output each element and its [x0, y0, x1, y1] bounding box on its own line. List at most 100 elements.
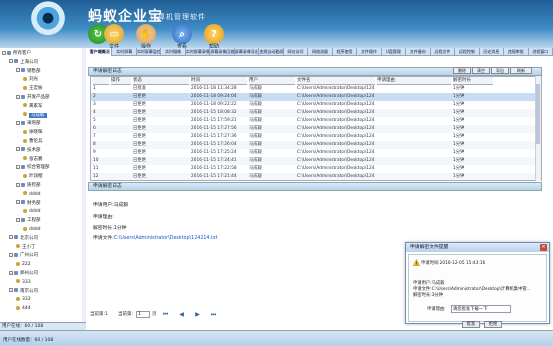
tab-17[interactable]: 违规审批 — [504, 48, 529, 56]
tab-11[interactable]: 文件操作 — [357, 48, 382, 56]
tree-user-node[interactable]: 王宏振 — [0, 85, 82, 93]
table-row[interactable]: 2 已拒绝 2016-11-18 09:24:04 马成毅 C:\Users\Admin… — [91, 93, 537, 101]
table-row[interactable]: 6 已拒绝 2016-11-15 17:27:56 马成毅 C:\Users\Admin… — [91, 125, 537, 133]
table-row[interactable]: 3 已拒绝 2016-11-18 09:22:22 马成毅 C:\Users\Admin… — [91, 101, 537, 109]
tree-user-node[interactable]: 333 — [0, 279, 82, 287]
table-row[interactable]: 8 已拒绝 2016-11-15 17:26:04 马成毅 C:\Users\Admin… — [91, 141, 537, 149]
tree-toggle-icon[interactable]: - — [16, 217, 20, 222]
operations-icon[interactable]: ✋ — [136, 24, 156, 44]
tab-4[interactable]: 实时屏幕录像 — [186, 48, 211, 56]
table-scrollbar-thumb[interactable] — [536, 84, 540, 144]
tab-13[interactable]: 文件备份 — [406, 48, 431, 56]
clear-button[interactable]: 清空 — [472, 67, 490, 74]
detail-file-link[interactable]: C:\Users\Administrator\Desktop\124214.tx… — [114, 236, 218, 241]
tree-user-node[interactable]: 曹伦兵 — [0, 138, 82, 146]
tree-user-node[interactable]: 叶润楷 — [0, 173, 82, 181]
column-header[interactable]: 时间 — [191, 77, 247, 85]
tree-user-node[interactable]: 徐晓晖 — [0, 129, 82, 137]
tree-toggle-icon[interactable]: - — [9, 235, 13, 240]
tree-toggle-icon[interactable]: - — [9, 252, 13, 257]
tree-group-node[interactable]: - 上海公司 — [0, 59, 82, 67]
table-row[interactable]: 9 已拒绝 2016-11-15 17:25:24 马成毅 C:\Users\Admin… — [91, 149, 537, 157]
tree-toggle-icon[interactable]: - — [9, 270, 13, 275]
delete-button[interactable]: 删除 — [453, 67, 471, 74]
prev-page-icon[interactable]: ◀ — [178, 311, 185, 318]
close-icon[interactable]: × — [540, 244, 547, 251]
tab-8[interactable]: 网址访问 — [284, 48, 309, 56]
reject-button[interactable]: 拒绝 — [484, 321, 502, 328]
tree-group-node[interactable]: - 开发产品部 — [0, 94, 82, 102]
tree-group-node[interactable]: - 南京公司 — [0, 288, 82, 296]
tree-group-node[interactable]: - 工程部 — [0, 217, 82, 225]
tree-group-node[interactable]: - 财务部 — [0, 200, 82, 208]
tree-toggle-icon[interactable]: - — [9, 59, 13, 64]
tab-5[interactable]: 屏幕录像回放 — [210, 48, 235, 56]
tree-user-node[interactable]: 张志鹏 — [0, 156, 82, 164]
tree-user-node[interactable]: 刘光 — [0, 76, 82, 84]
tab-18[interactable]: 进程窗口 — [529, 48, 553, 56]
tree-user-node[interactable]: dddd — [0, 208, 82, 216]
tree-user-node[interactable]: 444 — [0, 305, 82, 313]
table-row[interactable]: 4 已拒绝 2016-11-15 18:08:32 马成毅 C:\Users\Admin… — [91, 109, 537, 117]
tab-14[interactable]: 远程文件 — [431, 48, 456, 56]
tree-group-node[interactable]: - 北京公司 — [0, 235, 82, 243]
tree-user-node[interactable]: 黄家军 — [0, 103, 82, 111]
table-row[interactable]: 7 已拒绝 2016-11-15 17:27:36 马成毅 C:\Users\Admin… — [91, 133, 537, 141]
file-folder-icon[interactable]: ▭ — [104, 24, 124, 44]
tree-user-node[interactable]: 王小丁 — [0, 244, 82, 252]
tree-group-node[interactable]: - 所有客户 — [0, 50, 82, 58]
tab-10[interactable]: 程序使用 — [333, 48, 358, 56]
tree-group-node[interactable]: - 质检部 — [0, 182, 82, 190]
tab-1[interactable]: 实时屏幕 — [112, 48, 137, 56]
tree-group-node[interactable]: - 技术部 — [0, 147, 82, 155]
tree-group-node[interactable]: - 广州公司 — [0, 252, 82, 260]
last-page-icon[interactable]: ⏭ — [210, 311, 217, 318]
tree-user-node[interactable]: 马成毅 — [0, 112, 82, 120]
tree-user-node[interactable]: dddd — [0, 191, 82, 199]
column-header[interactable]: 解密时长 — [453, 77, 493, 85]
sidebar-scrollbar[interactable] — [82, 48, 86, 322]
tab-7[interactable]: 违规自动截屏 — [259, 48, 284, 56]
column-header[interactable]: 文件名 — [297, 77, 375, 85]
column-header[interactable]: 操作 — [111, 77, 131, 85]
tree-group-node[interactable]: - 综合管理部 — [0, 164, 82, 172]
tree-user-node[interactable]: 222 — [0, 261, 82, 269]
tree-user-node[interactable]: dddd — [0, 226, 82, 234]
table-row[interactable]: 11 已拒绝 2016-11-15 17:22:58 马成毅 C:\Users\Admi… — [91, 165, 537, 173]
table-row[interactable]: 10 已拒绝 2016-11-15 17:24:41 马成毅 C:\Users\Admi… — [91, 157, 537, 165]
tree-group-node[interactable]: - 郑州公司 — [0, 270, 82, 278]
reason-field[interactable]: 请您批准下载一下 — [451, 305, 511, 313]
tab-6[interactable]: 屏幕录像导出 — [235, 48, 260, 56]
tab-3[interactable]: 实时摄像 — [161, 48, 186, 56]
tab-16[interactable]: 历史消息 — [480, 48, 505, 56]
tree-toggle-icon[interactable]: - — [2, 50, 6, 55]
refresh-button[interactable]: 刷新 — [510, 67, 532, 74]
tree-group-node[interactable]: - 销售部 — [0, 68, 82, 76]
next-page-icon[interactable]: ▶ — [194, 311, 201, 318]
tree-user-node[interactable]: 333 — [0, 296, 82, 304]
column-header[interactable] — [93, 77, 109, 85]
column-header[interactable]: 状态 — [133, 77, 189, 85]
tree-group-node[interactable]: - 采购部 — [0, 120, 82, 128]
approve-button[interactable]: 批准 — [462, 321, 480, 328]
search-icon[interactable]: ⌕ — [172, 24, 192, 44]
tab-9[interactable]: 网络流量 — [308, 48, 333, 56]
help-icon[interactable]: ? — [204, 24, 224, 44]
table-row[interactable]: 12 已拒绝 2016-11-15 17:21:44 马成毅 C:\Users\Admi… — [91, 173, 537, 180]
export-button[interactable]: 导出 — [491, 67, 509, 74]
tree-toggle-icon[interactable]: - — [16, 182, 20, 187]
tab-0[interactable]: 客户端概况 — [88, 48, 113, 56]
tree-toggle-icon[interactable]: - — [16, 164, 20, 169]
table-row[interactable]: 5 已拒绝 2016-11-15 17:59:21 马成毅 C:\Users\Admin… — [91, 117, 537, 125]
tree-toggle-icon[interactable]: - — [16, 147, 20, 152]
page-number-input[interactable]: 1 — [136, 311, 150, 318]
tree-toggle-icon[interactable]: - — [16, 200, 20, 205]
first-page-icon[interactable]: ⏮ — [162, 311, 169, 318]
table-row[interactable]: 1 已批准 2016-11-18 11:34:28 马成毅 C:\Users\Admin… — [91, 85, 537, 93]
tree-toggle-icon[interactable]: - — [16, 120, 20, 125]
tree-toggle-icon[interactable]: - — [16, 68, 20, 73]
tab-12[interactable]: U盘管理 — [382, 48, 407, 56]
column-header[interactable]: 申请理由 — [377, 77, 451, 85]
tree-toggle-icon[interactable]: - — [16, 94, 20, 99]
tab-15[interactable]: 远程控制 — [455, 48, 480, 56]
